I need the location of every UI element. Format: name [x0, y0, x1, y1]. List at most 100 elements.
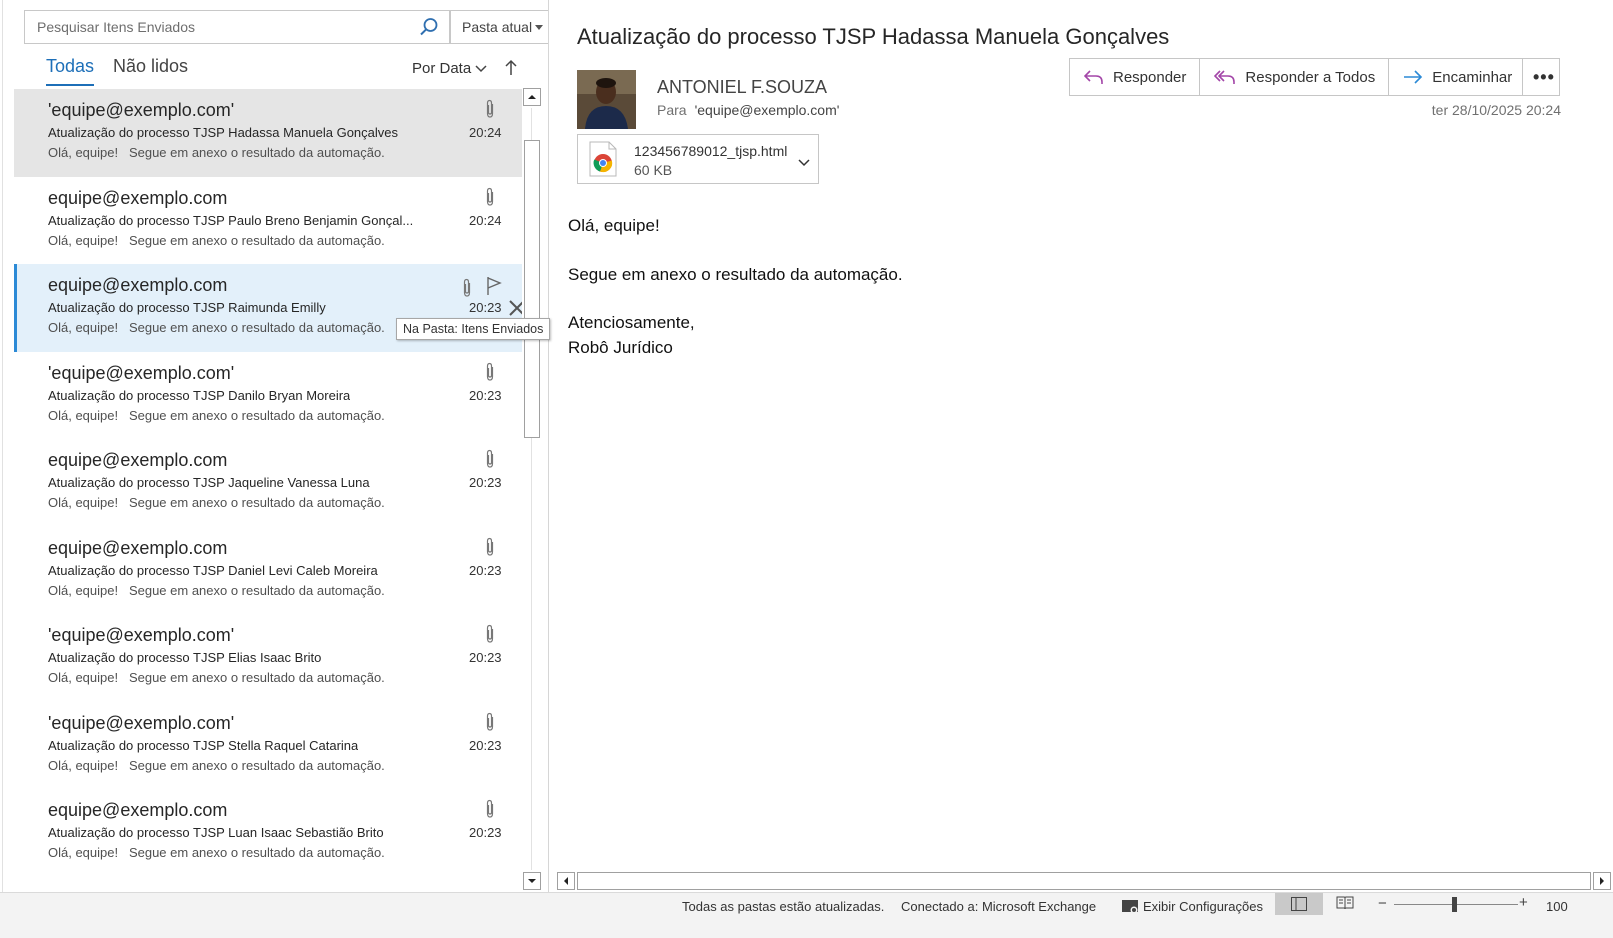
message-preview: Olá, equipe! Segue em anexo o resultado …	[48, 495, 385, 510]
scrollbar-thumb[interactable]	[577, 872, 1591, 890]
paperclip-icon	[484, 99, 496, 119]
chevron-down-icon	[535, 25, 543, 30]
reply-all-button[interactable]: Responder a Todos	[1200, 59, 1390, 95]
message-subject-line: Atualização do processo TJSP Raimunda Em…	[48, 300, 326, 315]
reading-view-button[interactable]	[1336, 896, 1354, 913]
folder-tooltip: Na Pasta: Itens Enviados	[396, 318, 551, 340]
paperclip-icon	[484, 362, 496, 382]
body-greeting: Olá, equipe!	[568, 216, 660, 235]
avatar[interactable]	[577, 70, 636, 129]
zoom-level[interactable]: 100	[1546, 899, 1568, 914]
more-dots-icon: •••	[1533, 67, 1555, 87]
sender-name[interactable]: ANTONIEL F.SOUZA	[657, 77, 827, 98]
message-list-item[interactable]: equipe@exemplo.com Atualização do process…	[14, 526, 528, 616]
message-time: 20:24	[469, 125, 502, 140]
forward-arrow-icon	[1404, 70, 1423, 84]
body-line: Segue em anexo o resultado da automação.	[568, 264, 903, 284]
message-subject-line: Atualização do processo TJSP Hadassa Man…	[48, 125, 398, 140]
zoom-slider-thumb[interactable]	[1452, 897, 1457, 912]
message-subject-line: Atualização do processo TJSP Danilo Brya…	[48, 387, 351, 403]
sort-by-label: Por Data	[412, 60, 472, 77]
normal-view-button[interactable]	[1275, 893, 1323, 915]
body-signature: Robô Jurídico	[568, 337, 673, 357]
connection-status[interactable]: Conectado a: Microsoft Exchange	[901, 899, 1096, 914]
message-subject-line: Atualização do processo TJSP Paulo Breno…	[48, 212, 414, 228]
view-settings-button[interactable]: Exibir Configurações	[1122, 899, 1263, 914]
recipient-address[interactable]: 'equipe@exemplo.com'	[695, 102, 840, 118]
search-scope-label: Pasta atual	[462, 19, 533, 35]
paperclip-icon	[484, 624, 496, 644]
search-box[interactable]	[24, 10, 450, 44]
recipient-line: Para 'equipe@exemplo.com'	[657, 102, 839, 118]
attachment-size: 60 KB	[634, 162, 673, 178]
reply-all-label: Responder a Todos	[1245, 68, 1376, 86]
forward-button[interactable]: Encaminhar	[1389, 59, 1525, 95]
message-subject-line: Atualização do processo TJSP Jaqueline V…	[48, 475, 370, 490]
message-list-item[interactable]: equipe@exemplo.com Atualização do process…	[14, 789, 528, 878]
message-list-item[interactable]: equipe@exemplo.com Atualização do process…	[14, 176, 528, 266]
message-sender: equipe@exemplo.com	[48, 275, 228, 295]
message-preview: Olá, equipe! Segue em anexo o resultado …	[48, 407, 385, 423]
reading-view-icon	[1336, 896, 1354, 910]
message-subject-line: Atualização do processo TJSP Luan Isaac …	[48, 825, 384, 840]
flag-icon[interactable]	[486, 276, 502, 296]
list-vertical-scrollbar[interactable]	[522, 86, 542, 892]
message-sender: 'equipe@exemplo.com'	[48, 712, 235, 733]
attachment-card[interactable]: 123456789012_tjsp.html 60 KB	[577, 134, 819, 184]
reply-icon	[1084, 70, 1103, 84]
attachment-filename: 123456789012_tjsp.html	[634, 143, 788, 159]
zoom-out-button[interactable]: −	[1378, 895, 1387, 912]
message-preview: Olá, equipe! Segue em anexo o resultado …	[48, 582, 385, 598]
tab-unread[interactable]: Não lidos	[113, 56, 188, 77]
reply-button[interactable]: Responder	[1070, 59, 1201, 95]
paperclip-icon	[484, 712, 496, 732]
message-list-item[interactable]: 'equipe@exemplo.com' Atualização do proce…	[14, 351, 528, 441]
message-time: 20:23	[469, 562, 502, 578]
message-sender: equipe@exemplo.com	[48, 450, 228, 470]
message-time: 20:23	[469, 737, 502, 753]
scroll-up-button[interactable]	[523, 88, 541, 106]
to-label: Para	[657, 102, 687, 118]
body-closing: Atenciosamente,	[568, 313, 695, 332]
reading-horizontal-scrollbar[interactable]	[557, 871, 1611, 891]
message-time: 20:24	[469, 212, 502, 228]
paperclip-icon	[484, 187, 496, 207]
search-icon[interactable]	[419, 17, 439, 37]
search-input[interactable]	[25, 11, 415, 43]
chrome-html-file-icon	[588, 141, 618, 177]
message-list-item[interactable]: equipe@exemplo.com Atualização do process…	[14, 439, 528, 528]
chevron-down-icon[interactable]	[798, 154, 810, 172]
message-time: 20:23	[469, 387, 502, 403]
message-list-item[interactable]: 'equipe@exemplo.com' Atualização do proce…	[14, 89, 528, 178]
message-subject: Atualização do processo TJSP Hadassa Man…	[577, 24, 1170, 49]
message-sender: equipe@exemplo.com	[48, 537, 228, 558]
paperclip-icon	[461, 278, 473, 298]
sort-by-dropdown[interactable]: Por Data	[412, 60, 487, 77]
scroll-right-button[interactable]	[1593, 872, 1611, 890]
message-list-item[interactable]: 'equipe@exemplo.com' Atualização do proce…	[14, 701, 528, 791]
search-scope-dropdown[interactable]: Pasta atual	[450, 10, 552, 44]
message-preview: Olá, equipe! Segue em anexo o resultado …	[48, 320, 385, 335]
scroll-left-button[interactable]	[557, 872, 575, 890]
message-subject-line: Atualização do processo TJSP Stella Raqu…	[48, 737, 359, 753]
more-actions-button[interactable]: •••	[1522, 58, 1560, 96]
sync-status: Todas as pastas estão atualizadas.	[682, 899, 885, 914]
message-actions: Responder Responder a Todos Encaminhar	[1069, 58, 1527, 96]
tab-all[interactable]: Todas	[46, 56, 95, 86]
message-preview: Olá, equipe! Segue em anexo o resultado …	[48, 145, 385, 160]
scroll-down-button[interactable]	[523, 872, 541, 890]
message-list: 'equipe@exemplo.com' Atualização do proce…	[14, 89, 528, 916]
message-time: 20:23	[469, 475, 502, 490]
sort-direction-arrow-up-icon[interactable]	[503, 58, 519, 78]
message-sender: equipe@exemplo.com	[48, 187, 228, 208]
scrollbar-thumb[interactable]	[524, 140, 540, 438]
left-border	[2, 0, 3, 916]
zoom-in-button[interactable]: +	[1519, 894, 1528, 911]
message-sender: 'equipe@exemplo.com'	[48, 100, 235, 120]
message-list-item[interactable]: 'equipe@exemplo.com' Atualização do proce…	[14, 614, 528, 703]
message-sender: 'equipe@exemplo.com'	[48, 362, 235, 383]
paperclip-icon	[484, 799, 496, 819]
message-subject-line: Atualização do processo TJSP Daniel Levi…	[48, 562, 378, 578]
message-body: Olá, equipe! Segue em anexo o resultado …	[568, 214, 903, 360]
message-time: 20:23	[469, 650, 502, 665]
